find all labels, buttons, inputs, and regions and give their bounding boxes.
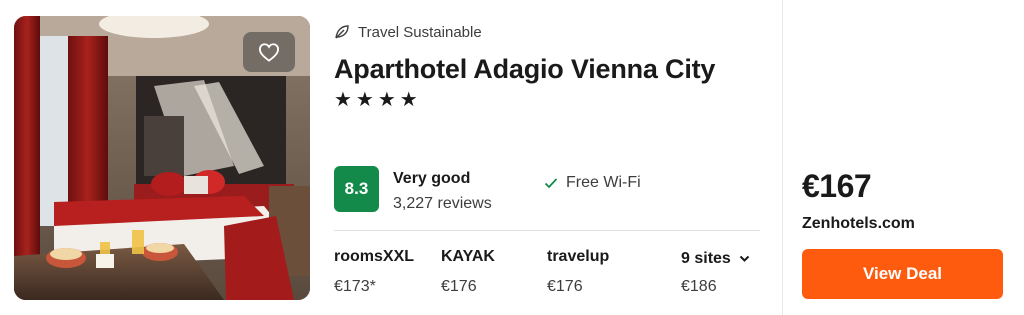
provider-price: €176 xyxy=(441,278,477,295)
provider-name: KAYAK xyxy=(441,248,495,265)
favorite-button[interactable] xyxy=(243,32,295,72)
leaf-icon xyxy=(335,25,349,39)
provider-name: roomsXXL xyxy=(334,248,415,265)
column-divider xyxy=(782,0,783,315)
chevron-down-icon xyxy=(739,255,750,262)
hotel-details: Travel Sustainable Aparthotel Adagio Vie… xyxy=(334,20,762,112)
sustainability-label: Travel Sustainable xyxy=(358,23,482,41)
provider-name: travelup xyxy=(547,248,610,265)
star-rating: ★★★★ xyxy=(334,89,422,111)
deal-price: €167 xyxy=(802,168,872,204)
sustainability-badge: Travel Sustainable xyxy=(334,20,762,44)
check-icon xyxy=(544,178,558,189)
provider-travelup[interactable]: travelup €176 xyxy=(547,248,609,296)
deal-site: Zenhotels.com xyxy=(802,215,915,232)
review-count: 3,227 reviews xyxy=(393,195,492,212)
hotel-name[interactable]: Aparthotel Adagio Vienna City xyxy=(334,52,762,86)
amenity-label: Free Wi-Fi xyxy=(566,174,641,191)
heart-icon xyxy=(258,43,280,62)
more-sites-price: €186 xyxy=(681,278,717,295)
amenity-item: Free Wi-Fi xyxy=(544,174,641,192)
review-score-badge: 8.3 xyxy=(334,166,379,212)
provider-price: €173* xyxy=(334,278,376,295)
provider-kayak[interactable]: KAYAK €176 xyxy=(441,248,495,296)
review-summary: 8.3 Very good 3,227 reviews Free Wi-Fi xyxy=(334,166,762,214)
view-deal-button[interactable]: View Deal xyxy=(802,249,1003,299)
hotel-result-card[interactable]: Travel Sustainable Aparthotel Adagio Vie… xyxy=(0,0,1024,315)
more-sites-dropdown[interactable]: 9 sites €186 xyxy=(681,248,750,296)
more-sites-label: 9 sites xyxy=(681,250,731,267)
provider-prices: roomsXXL €173* KAYAK €176 travelup €176 … xyxy=(334,248,764,298)
rating-label: Very good xyxy=(393,170,471,187)
provider-price: €176 xyxy=(547,278,583,295)
provider-roomsxxl[interactable]: roomsXXL €173* xyxy=(334,248,414,296)
divider xyxy=(334,230,760,231)
